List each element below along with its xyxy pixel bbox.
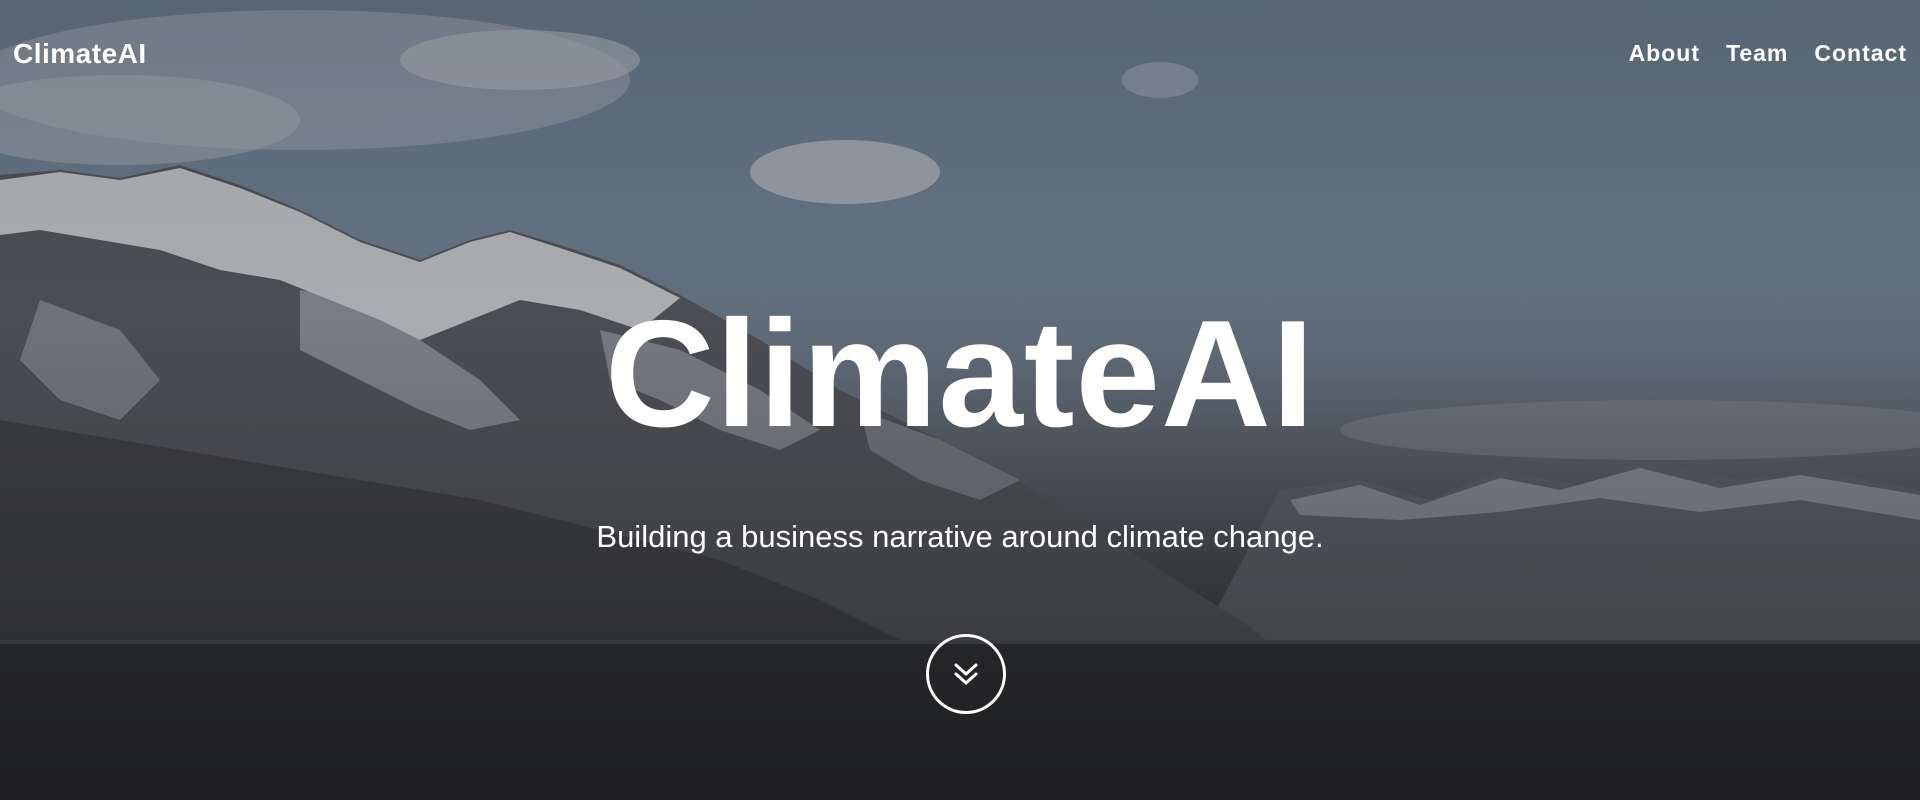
- top-navigation: About Team Contact: [1629, 40, 1907, 67]
- nav-link-about[interactable]: About: [1629, 40, 1700, 67]
- nav-link-contact[interactable]: Contact: [1814, 40, 1907, 67]
- hero-subtitle: Building a business narrative around cli…: [596, 519, 1324, 554]
- hero-title: ClimateAI: [604, 289, 1316, 459]
- nav-link-team[interactable]: Team: [1726, 40, 1788, 67]
- scroll-down-button[interactable]: [926, 634, 1006, 714]
- double-chevron-down-icon: [954, 663, 978, 685]
- brand-logo-link[interactable]: ClimateAI: [13, 38, 147, 70]
